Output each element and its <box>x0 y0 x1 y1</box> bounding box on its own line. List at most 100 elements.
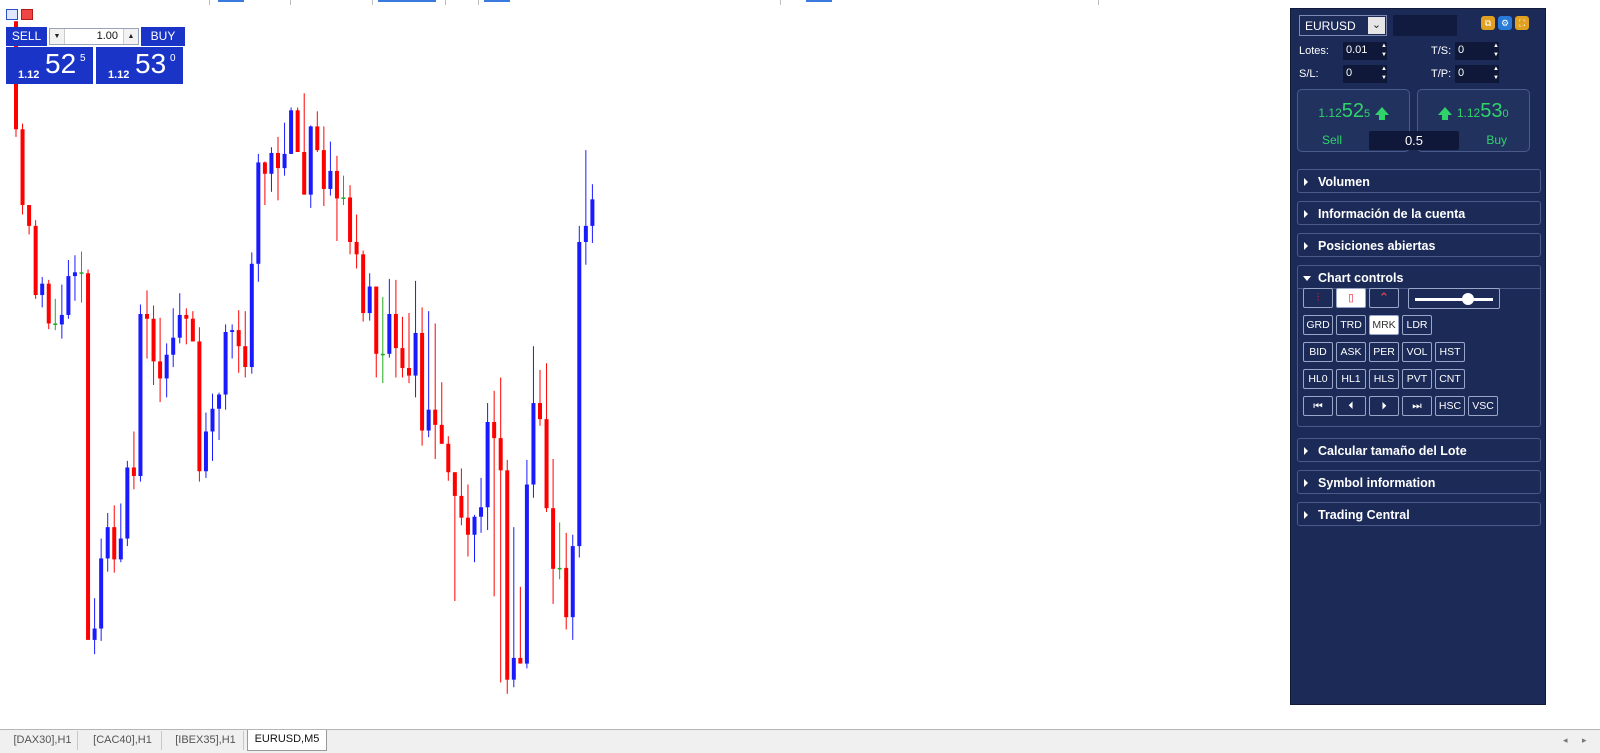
control-hl1[interactable]: HL1 <box>1336 369 1366 389</box>
symbol-select[interactable]: EURUSD ⌄ <box>1299 15 1387 36</box>
bull-candle-body <box>577 242 582 547</box>
nav-next-icon[interactable]: ⏵ <box>1369 396 1399 416</box>
control-per[interactable]: PER <box>1369 342 1399 362</box>
bear-candle-body <box>407 368 411 376</box>
expand-icon[interactable]: ⛶ <box>1515 16 1529 30</box>
control-mrk[interactable]: MRK <box>1369 315 1399 335</box>
sell-button[interactable]: SELL <box>6 27 47 46</box>
line-chart-icon[interactable]: ⌃ <box>1369 288 1399 308</box>
tab-cac40[interactable]: [CAC40],H1 <box>84 731 162 750</box>
bull-candle-body <box>105 527 110 559</box>
candle <box>46 279 51 330</box>
sell-price-box[interactable]: 1.12 52 5 <box>6 47 93 84</box>
lot-value[interactable]: 1.00 <box>97 29 118 44</box>
bull-candle-body <box>223 332 228 395</box>
nav-last-icon[interactable]: ⏭ <box>1402 396 1432 416</box>
section-cuenta[interactable]: Información de la cuenta <box>1297 201 1541 225</box>
control-hsc[interactable]: HSC <box>1435 396 1465 416</box>
candle <box>433 323 438 459</box>
zoom-slider[interactable] <box>1408 288 1500 309</box>
tab-eurusd[interactable]: EURUSD,M5 <box>247 730 327 751</box>
panel-toggle-icon[interactable] <box>6 9 18 20</box>
control-vol[interactable]: VOL <box>1402 342 1432 362</box>
bear-candle-body <box>433 409 438 425</box>
candle <box>465 484 470 557</box>
lot-increase-icon[interactable]: ▲ <box>123 29 138 44</box>
trade-toggle-icon[interactable] <box>21 9 33 20</box>
nav-prev-icon[interactable]: ⏴ <box>1336 396 1366 416</box>
top-toolbar-remnant <box>0 0 1100 6</box>
slider-knob[interactable] <box>1462 293 1475 305</box>
tp-spinner[interactable]: ▲ ▼ <box>1491 65 1501 83</box>
lotes-spinner[interactable]: ▲ ▼ <box>1379 42 1389 60</box>
bear-candle-body <box>295 110 300 152</box>
control-cnt[interactable]: CNT <box>1435 369 1465 389</box>
symbol-value: EURUSD <box>1305 19 1356 33</box>
bull-candle-body <box>472 516 477 535</box>
candle <box>420 307 425 446</box>
sl-spinner[interactable]: ▲ ▼ <box>1379 65 1389 83</box>
candle <box>557 522 562 580</box>
tab-right-icon[interactable]: ▸ <box>1582 735 1587 746</box>
control-ask[interactable]: ASK <box>1336 342 1366 362</box>
control-hst[interactable]: HST <box>1435 342 1465 362</box>
ts-spinner[interactable]: ▲ ▼ <box>1491 42 1501 60</box>
candle <box>223 324 228 410</box>
candle <box>334 155 339 242</box>
candle <box>354 214 359 269</box>
candlestick-icon[interactable]: ▯ <box>1336 288 1366 308</box>
section-posiciones[interactable]: Posiciones abiertas <box>1297 233 1541 257</box>
tab-dax30[interactable]: [DAX30],H1 <box>8 731 78 750</box>
candle <box>570 534 575 640</box>
bull-candle-body <box>92 628 97 640</box>
control-ldr[interactable]: LDR <box>1402 315 1432 335</box>
lot-input[interactable]: ▼ 1.00 ▲ <box>49 28 139 45</box>
section-lote[interactable]: Calcular tamaño del Lote <box>1297 438 1541 462</box>
bull-candle-body <box>177 314 182 338</box>
bear-candle-body <box>518 657 523 664</box>
chart-tabs: [DAX30],H1 [CAC40],H1 [IBEX35],H1 EURUSD… <box>0 729 1600 753</box>
candle <box>400 316 405 378</box>
candle <box>151 305 156 386</box>
candle <box>249 252 254 374</box>
bar-chart-icon[interactable]: ⫶ <box>1303 288 1333 308</box>
control-grd[interactable]: GRD <box>1303 315 1333 335</box>
tab-ibex35[interactable]: [IBEX35],H1 <box>168 731 244 750</box>
lot-decrease-icon[interactable]: ▼ <box>50 29 65 44</box>
section-symbol-info[interactable]: Symbol information <box>1297 470 1541 494</box>
candle <box>577 225 582 558</box>
symbol-search-box[interactable] <box>1393 15 1457 36</box>
control-vsc[interactable]: VSC <box>1468 396 1498 416</box>
candle <box>452 472 457 602</box>
candle <box>583 150 588 265</box>
buy-price-box[interactable]: 1.12 53 0 <box>96 47 183 84</box>
copy-icon[interactable]: ⧉ <box>1481 16 1495 30</box>
candle <box>99 538 104 641</box>
ts-value: 0 <box>1458 44 1465 56</box>
control-pvt[interactable]: PVT <box>1402 369 1432 389</box>
candle <box>426 311 431 438</box>
bear-candle-body <box>20 129 25 206</box>
candle <box>105 512 110 572</box>
chevron-right-icon <box>1304 242 1308 250</box>
gear-icon[interactable]: ⚙ <box>1498 16 1512 30</box>
section-trading-central[interactable]: Trading Central <box>1297 502 1541 526</box>
section-volumen[interactable]: Volumen <box>1297 169 1541 193</box>
control-bid[interactable]: BID <box>1303 342 1333 362</box>
control-trd[interactable]: TRD <box>1336 315 1366 335</box>
candle <box>217 392 222 440</box>
bear-candle-body <box>380 353 385 356</box>
bull-candle-body <box>72 272 77 277</box>
bull-candle-body <box>269 152 274 174</box>
chevron-down-icon[interactable]: ⌄ <box>1368 17 1385 34</box>
candle <box>380 296 385 384</box>
lot-size-field[interactable]: 0.5 <box>1369 131 1459 150</box>
control-hls[interactable]: HLS <box>1369 369 1399 389</box>
bear-candle-body <box>439 424 444 444</box>
tab-left-icon[interactable]: ◂ <box>1563 735 1568 746</box>
candlestick-chart[interactable] <box>0 8 1285 728</box>
buy-button[interactable]: BUY <box>141 27 185 46</box>
nav-first-icon[interactable]: ⏮ <box>1303 396 1333 416</box>
control-hl0[interactable]: HL0 <box>1303 369 1333 389</box>
candle <box>197 327 202 482</box>
